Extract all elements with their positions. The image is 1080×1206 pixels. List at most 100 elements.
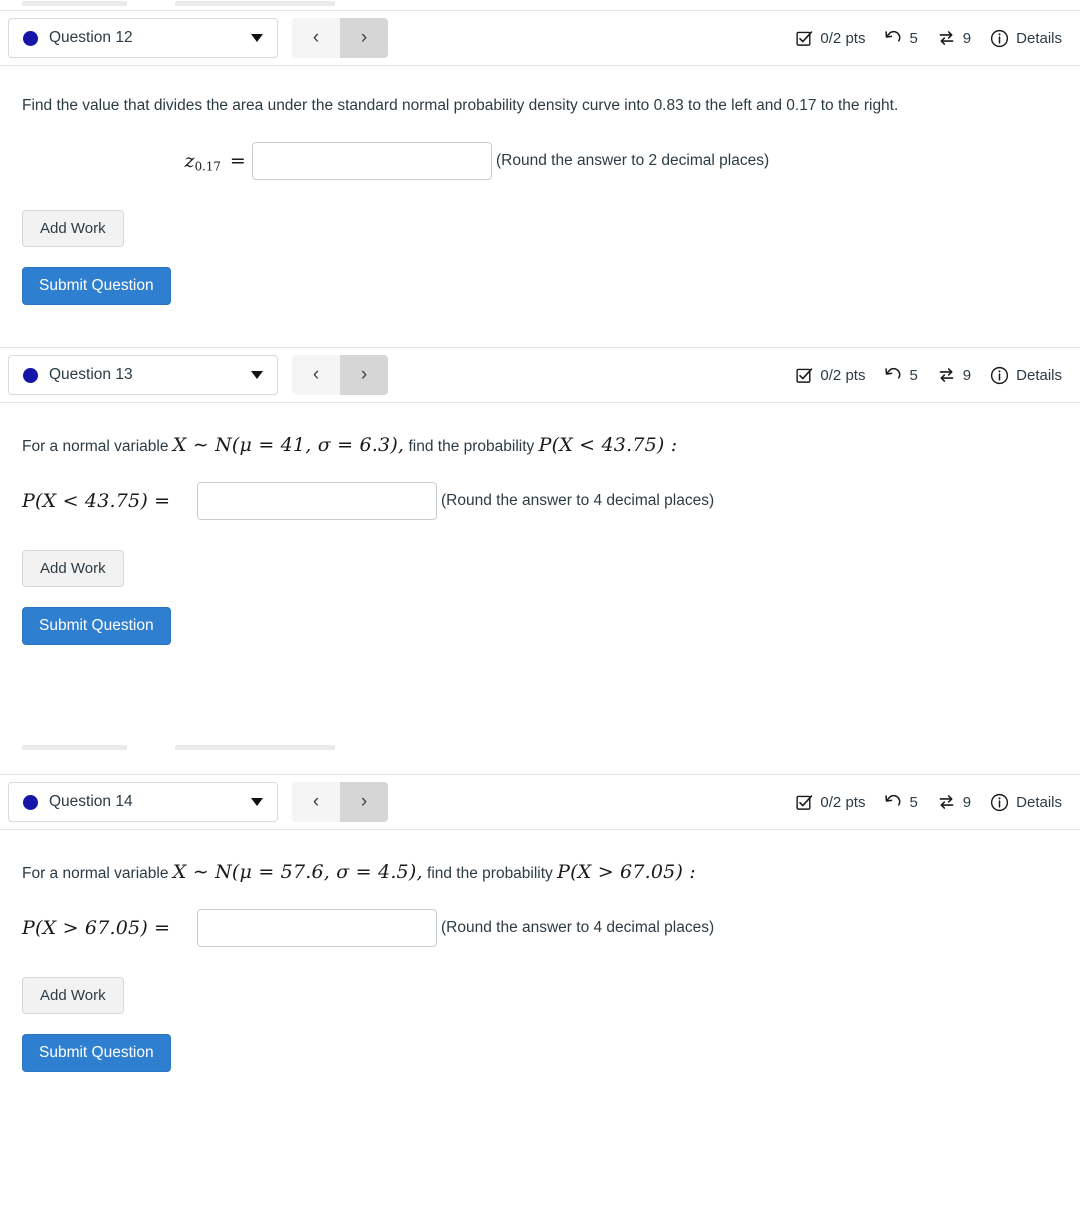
add-work-container-12: Add Work — [22, 210, 1058, 248]
submit-container-14: Submit Question — [22, 1033, 1058, 1072]
attempts-value: 5 — [909, 793, 918, 811]
chevron-down-icon — [251, 34, 263, 42]
undo-arrow-icon — [884, 29, 902, 47]
previous-question-button[interactable]: ‹ — [292, 18, 340, 58]
add-work-button[interactable]: Add Work — [22, 976, 124, 1014]
ghost-text-bar — [175, 1, 335, 6]
chevron-down-icon — [251, 798, 263, 807]
answer-row-14: P(X > 67.05) = (Round the answer to 4 de… — [22, 908, 1058, 947]
question-status-dot-icon — [23, 367, 38, 383]
spacer-ghost-to-header-14 — [0, 755, 1080, 774]
question-selector-dropdown-12[interactable]: Question 12 — [8, 18, 278, 58]
question-header-12: Question 12 ‹ › 0/2 pts 5 9 Details — [0, 10, 1080, 66]
exchanges-value: 9 — [962, 793, 972, 811]
undo-arrow-icon — [884, 793, 902, 811]
question-selector-label: Question 12 — [49, 29, 133, 46]
details-link[interactable]: Details — [1016, 367, 1062, 384]
answer-input-12[interactable] — [252, 142, 492, 181]
next-question-button[interactable]: › — [340, 782, 388, 823]
answer-label-14: P(X > 67.05) = — [22, 916, 171, 939]
question-selector-label: Question 14 — [49, 793, 133, 811]
submit-question-button[interactable]: Submit Question — [22, 1033, 171, 1072]
info-circle-icon[interactable] — [990, 793, 1009, 812]
attempts-value: 5 — [909, 29, 918, 47]
previous-question-button[interactable]: ‹ — [292, 355, 340, 396]
question-header-14: Question 14 ‹ › 0/2 pts 5 9 Details — [0, 774, 1080, 831]
answer-hint-14: (Round the answer to 4 decimal places) — [441, 918, 715, 936]
equals-sign: = — [229, 149, 246, 172]
question-status-dot-icon — [23, 794, 38, 810]
prompt-prefix: For a normal variable — [22, 865, 173, 883]
truncated-row-above-question-12 — [0, 0, 1080, 10]
z-subscript: 0.17 — [194, 159, 221, 174]
question-selector-dropdown-13[interactable]: Question 13 — [8, 355, 278, 396]
info-circle-icon[interactable] — [990, 29, 1009, 48]
answer-hint-13: (Round the answer to 4 decimal places) — [441, 492, 715, 510]
question-block-12: Question 12 ‹ › 0/2 pts 5 9 Details Find… — [0, 10, 1080, 306]
z-symbol: z — [184, 149, 195, 172]
ghost-text-bar — [22, 745, 127, 751]
points-value: 0/2 pts — [820, 29, 866, 47]
ghost-text-bar — [175, 745, 335, 751]
details-link[interactable]: Details — [1016, 794, 1062, 811]
answer-input-14[interactable] — [197, 908, 437, 947]
question-nav-group-12: ‹ › — [292, 18, 388, 58]
prompt-probability-math: P(X > 67.05) : — [557, 861, 696, 884]
question-selector-label: Question 13 — [49, 366, 133, 384]
points-value: 0/2 pts — [820, 793, 866, 811]
spacer-after-question-12 — [0, 305, 1080, 347]
submit-question-button[interactable]: Submit Question — [22, 607, 171, 646]
answer-row-13: P(X < 43.75) = (Round the answer to 4 de… — [22, 482, 1058, 521]
answer-label-12: z0.17 = — [22, 150, 252, 173]
swap-arrows-icon — [937, 793, 956, 811]
checkbox-check-icon — [796, 30, 813, 47]
question-nav-group-13: ‹ › — [292, 355, 388, 396]
question-selector-dropdown-14[interactable]: Question 14 — [8, 782, 278, 823]
prompt-distribution-math: X ∼ N(μ = 57.6, σ = 4.5), — [172, 861, 423, 884]
swap-arrows-icon — [937, 366, 956, 384]
question-status-12: 0/2 pts 5 9 Details — [796, 29, 1062, 48]
add-work-button[interactable]: Add Work — [22, 550, 124, 588]
points-value: 0/2 pts — [820, 366, 866, 384]
answer-input-13[interactable] — [197, 482, 437, 521]
details-link[interactable]: Details — [1016, 30, 1062, 47]
answer-row-12: z0.17 = (Round the answer to 2 decimal pl… — [22, 142, 1058, 181]
info-circle-icon[interactable] — [990, 366, 1009, 385]
prompt-probability-math: P(X < 43.75) : — [538, 434, 678, 457]
checkbox-check-icon — [796, 794, 813, 811]
attempts-value: 5 — [909, 366, 918, 384]
submit-question-button[interactable]: Submit Question — [22, 267, 171, 306]
question-nav-group-14: ‹ › — [292, 782, 388, 823]
previous-question-button[interactable]: ‹ — [292, 782, 340, 823]
chevron-down-icon — [251, 371, 263, 380]
question-status-14: 0/2 pts 5 9 Details — [796, 793, 1062, 812]
exchanges-value: 9 — [962, 29, 972, 47]
quiz-page: Question 12 ‹ › 0/2 pts 5 9 Details Find… — [0, 0, 1080, 1206]
ghost-text-bar — [22, 1, 127, 6]
question-prompt-12: Find the value that divides the area und… — [22, 97, 899, 114]
next-question-button[interactable]: › — [340, 18, 388, 58]
answer-label-13: P(X < 43.75) = — [22, 490, 171, 513]
prompt-middle: find the probability — [422, 865, 558, 883]
question-block-13: Question 13 ‹ › 0/2 pts 5 9 Details For … — [0, 347, 1080, 646]
submit-container-12: Submit Question — [22, 267, 1058, 306]
prompt-middle: find the probability — [404, 438, 539, 456]
question-header-13: Question 13 ‹ › 0/2 pts 5 9 Details — [0, 347, 1080, 404]
question-block-14: Question 14 ‹ › 0/2 pts 5 9 Details For … — [0, 774, 1080, 1072]
next-question-button[interactable]: › — [340, 355, 388, 396]
question-body-13: For a normal variable X ∼ N(μ = 41, σ = … — [0, 432, 1080, 646]
prompt-prefix: For a normal variable — [22, 438, 173, 456]
checkbox-check-icon — [796, 367, 813, 384]
truncated-row-above-question-14 — [0, 745, 1080, 755]
exchanges-value: 9 — [962, 366, 972, 384]
question-body-14: For a normal variable X ∼ N(μ = 57.6, σ … — [0, 859, 1080, 1072]
question-prompt-14: For a normal variable X ∼ N(μ = 57.6, σ … — [22, 859, 1022, 887]
undo-arrow-icon — [884, 366, 902, 384]
answer-hint-12: (Round the answer to 2 decimal places) — [496, 152, 770, 170]
swap-arrows-icon — [937, 29, 956, 47]
question-prompt-13: For a normal variable X ∼ N(μ = 41, σ = … — [22, 432, 1022, 460]
prompt-distribution-math: X ∼ N(μ = 41, σ = 6.3), — [172, 434, 405, 457]
add-work-button[interactable]: Add Work — [22, 210, 124, 248]
add-work-container-13: Add Work — [22, 550, 1058, 588]
add-work-container-14: Add Work — [22, 976, 1058, 1014]
